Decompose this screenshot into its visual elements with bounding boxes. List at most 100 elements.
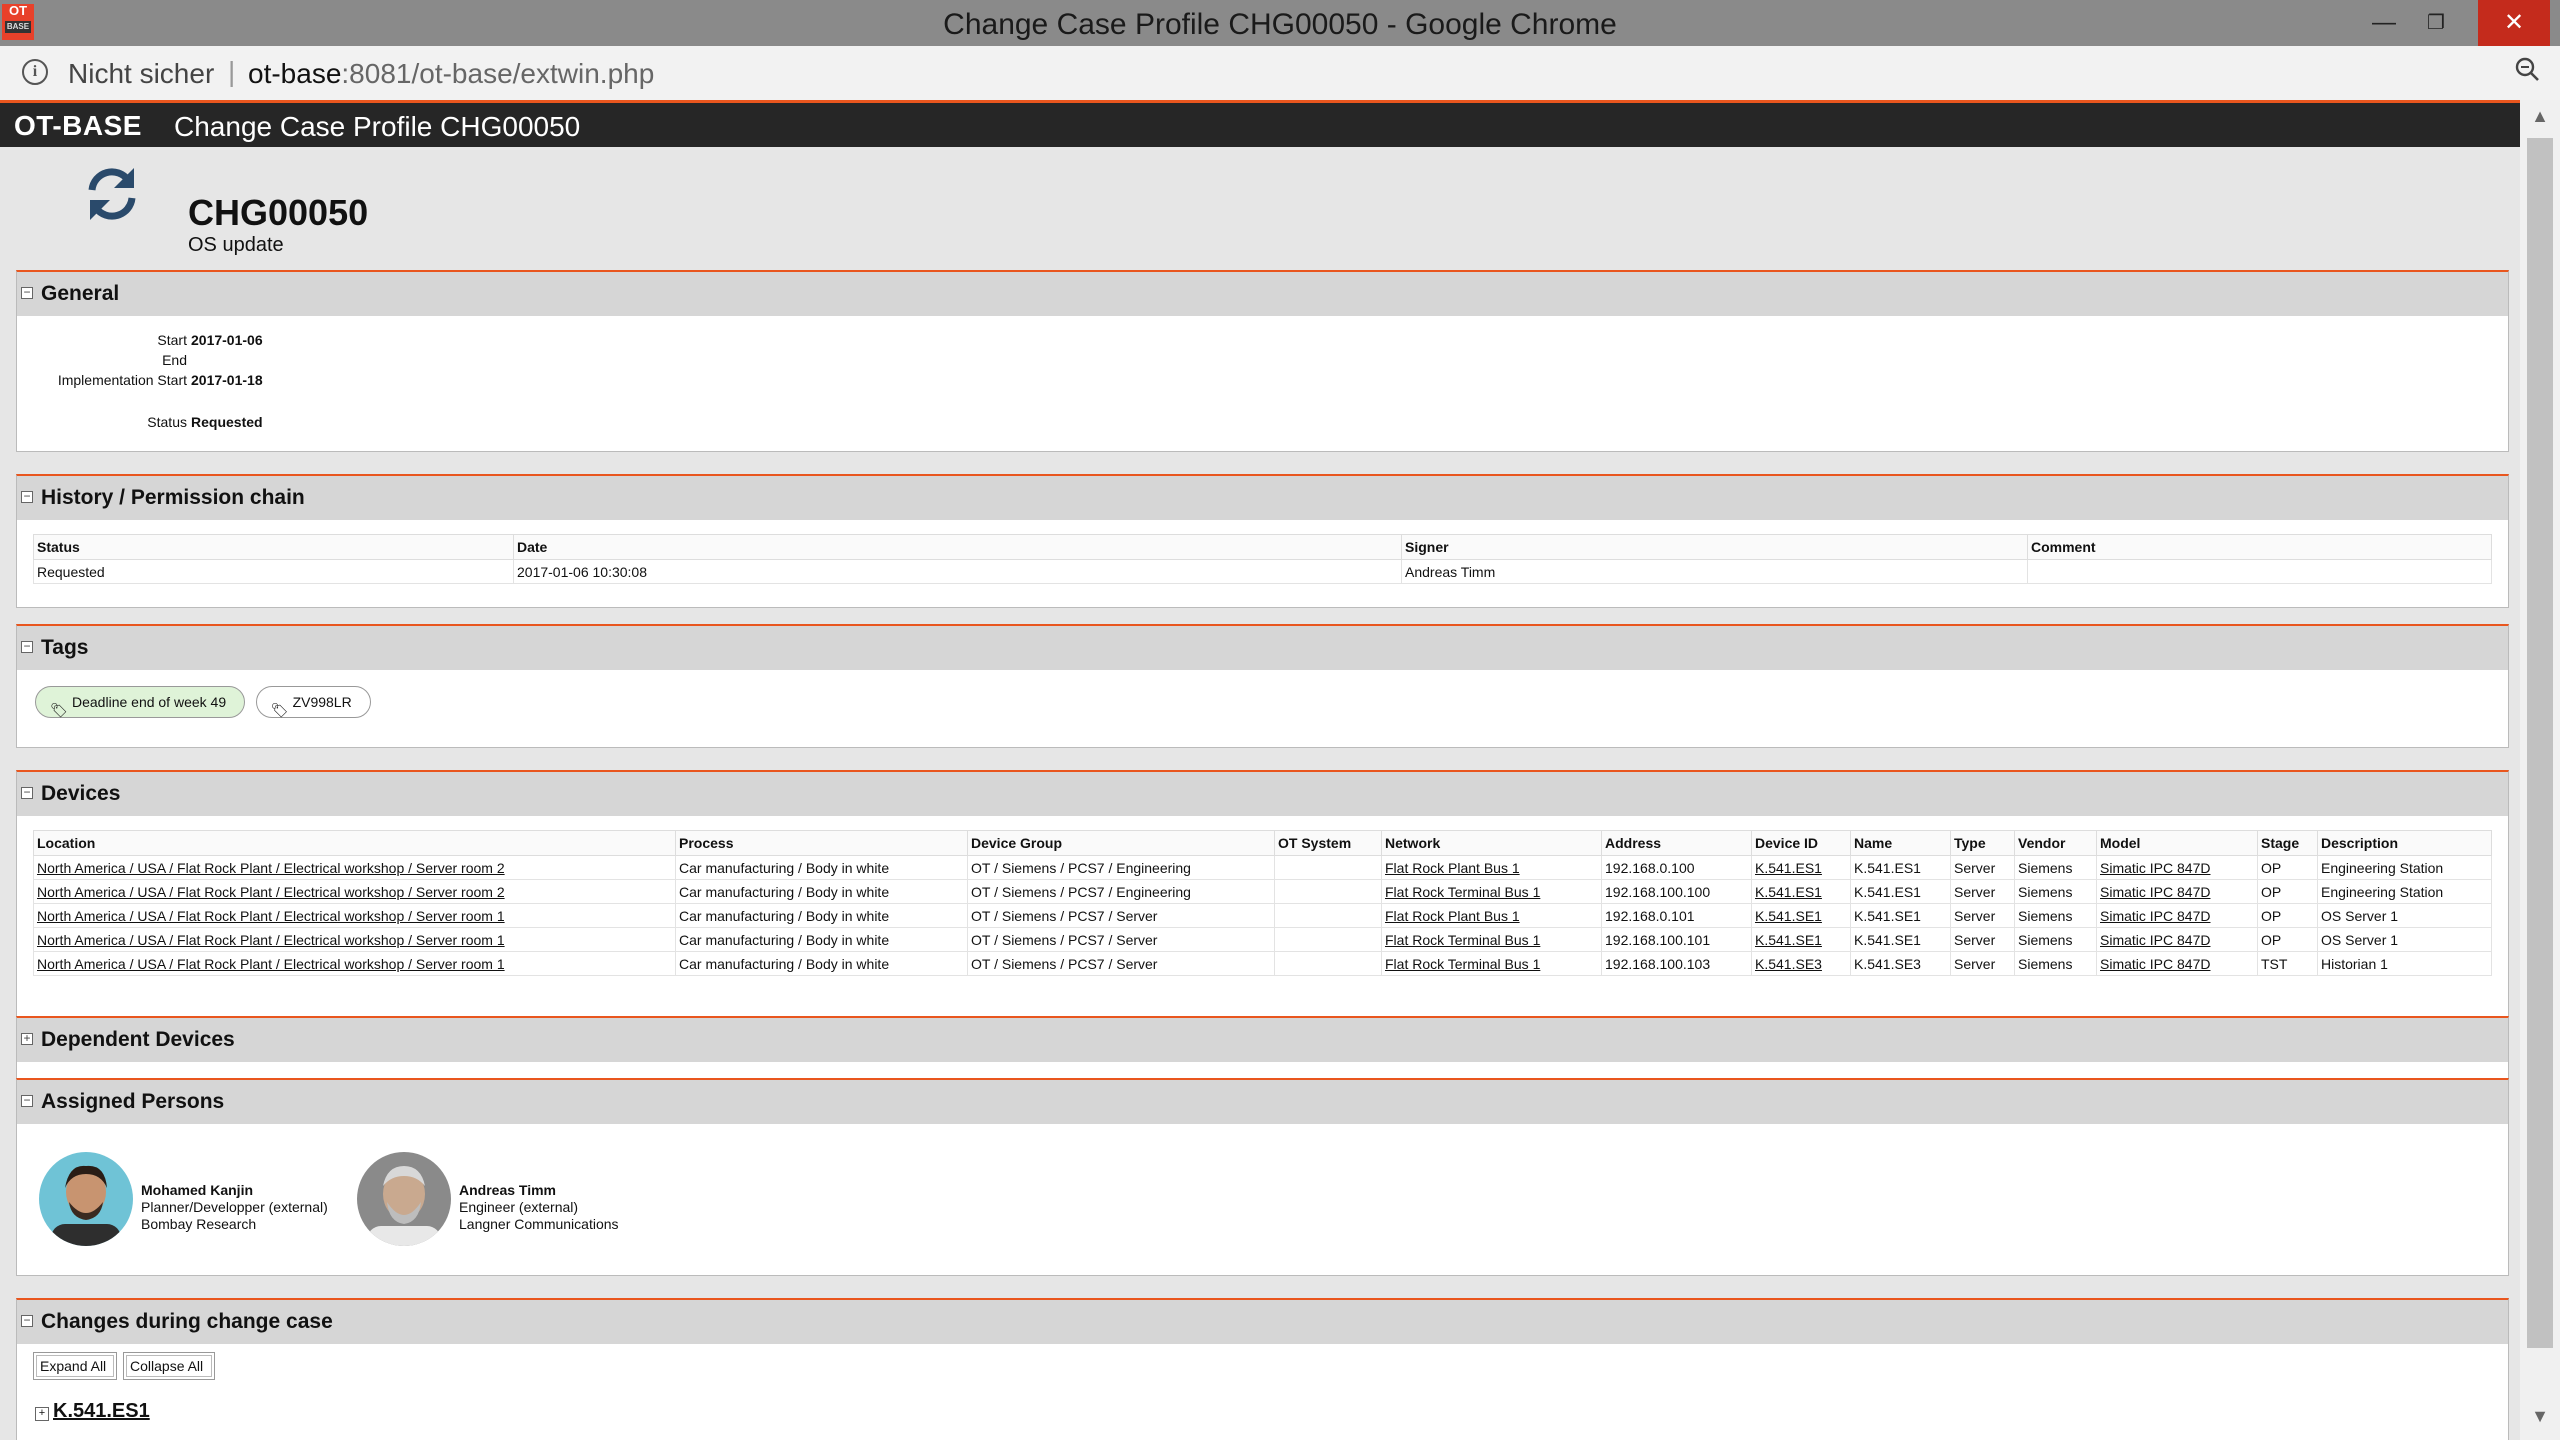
column-header[interactable]: Date <box>513 534 1402 560</box>
table-link[interactable]: Flat Rock Terminal Bus 1 <box>1385 884 1540 900</box>
table-link[interactable]: Simatic IPC 847D <box>2100 956 2210 972</box>
change-item-link[interactable]: K.541.ES1 <box>53 1400 150 1422</box>
address-bar[interactable]: i Nicht sicher | ot-base:8081/ot-base/ex… <box>0 46 2560 101</box>
changes-section-header[interactable]: − Changes during change case <box>17 1300 2508 1344</box>
table-cell: Historian 1 <box>2317 951 2492 976</box>
column-header[interactable]: Name <box>1850 830 1951 856</box>
table-link[interactable]: Flat Rock Terminal Bus 1 <box>1385 956 1540 972</box>
brand-logo[interactable]: OT-BASE <box>14 110 142 142</box>
minimize-button[interactable]: — <box>2358 0 2410 46</box>
column-header[interactable]: Type <box>1950 830 2015 856</box>
table-link[interactable]: Flat Rock Plant Bus 1 <box>1385 908 1520 924</box>
table-cell: Flat Rock Terminal Bus 1 <box>1381 879 1602 904</box>
table-link[interactable]: North America / USA / Flat Rock Plant / … <box>37 860 505 876</box>
table-cell: Simatic IPC 847D <box>2096 903 2258 928</box>
table-cell: Siemens <box>2014 951 2097 976</box>
table-row: Requested 2017-01-06 10:30:08 Andreas Ti… <box>33 559 2492 584</box>
table-link[interactable]: K.541.SE1 <box>1755 932 1822 948</box>
table-link[interactable]: North America / USA / Flat Rock Plant / … <box>37 908 505 924</box>
scroll-up-arrow[interactable]: ▲ <box>2520 106 2560 127</box>
table-link[interactable]: Simatic IPC 847D <box>2100 908 2210 924</box>
column-header[interactable]: Description <box>2317 830 2492 856</box>
column-header[interactable]: Address <box>1601 830 1752 856</box>
table-cell: Car manufacturing / Body in white <box>675 903 968 928</box>
table-link[interactable]: Simatic IPC 847D <box>2100 884 2210 900</box>
change-item[interactable]: + K.541.ES1 <box>35 1400 150 1423</box>
table-cell: North America / USA / Flat Rock Plant / … <box>33 855 676 880</box>
table-link[interactable]: Simatic IPC 847D <box>2100 860 2210 876</box>
expand-all-button[interactable]: Expand All <box>33 1352 117 1380</box>
person-organization: Bombay Research <box>141 1216 257 1232</box>
column-header[interactable]: Signer <box>1401 534 2028 560</box>
tag-icon: 🏷 <box>50 702 68 718</box>
table-header-row: Status Date Signer Comment <box>33 534 2492 560</box>
collapse-toggle-icon[interactable]: − <box>21 286 33 299</box>
table-link[interactable]: North America / USA / Flat Rock Plant / … <box>37 884 505 900</box>
section-title: Assigned Persons <box>41 1090 225 1113</box>
vertical-scrollbar[interactable]: ▲ ▼ <box>2520 100 2560 1440</box>
info-icon[interactable]: i <box>22 59 48 85</box>
table-cell: North America / USA / Flat Rock Plant / … <box>33 951 676 976</box>
collapse-all-button[interactable]: Collapse All <box>123 1352 215 1380</box>
maximize-button[interactable]: ❐ <box>2410 0 2462 46</box>
scroll-down-arrow[interactable]: ▼ <box>2520 1406 2560 1427</box>
section-title: Dependent Devices <box>41 1028 235 1051</box>
collapse-toggle-icon[interactable]: − <box>21 1094 33 1107</box>
table-cell: Simatic IPC 847D <box>2096 927 2258 952</box>
table-link[interactable]: Simatic IPC 847D <box>2100 932 2210 948</box>
table-link[interactable]: Flat Rock Terminal Bus 1 <box>1385 932 1540 948</box>
table-link[interactable]: Flat Rock Plant Bus 1 <box>1385 860 1520 876</box>
table-cell: K.541.ES1 <box>1850 879 1951 904</box>
scrollbar-thumb[interactable] <box>2527 138 2553 1348</box>
table-link[interactable]: K.541.ES1 <box>1755 884 1822 900</box>
column-header[interactable]: Location <box>33 830 676 856</box>
column-header[interactable]: Device ID <box>1751 830 1851 856</box>
collapse-toggle-icon[interactable]: − <box>21 640 33 653</box>
changes-section: − Changes during change case Expand All … <box>16 1298 2509 1440</box>
tag-chip[interactable]: 🏷 ZV998LR <box>255 686 371 718</box>
person-role: Engineer (external) <box>459 1199 579 1215</box>
column-header[interactable]: Stage <box>2257 830 2318 856</box>
column-header[interactable]: Process <box>675 830 968 856</box>
table-cell: OT / Siemens / PCS7 / Engineering <box>967 855 1275 880</box>
column-header[interactable]: Model <box>2096 830 2258 856</box>
assigned-persons-section-header[interactable]: − Assigned Persons <box>17 1080 2508 1124</box>
devices-section-header[interactable]: − Devices <box>17 772 2508 816</box>
zoom-icon[interactable] <box>2514 56 2540 82</box>
column-header[interactable]: Device Group <box>967 830 1275 856</box>
section-title: History / Permission chain <box>41 486 305 509</box>
column-header[interactable]: Comment <box>2027 534 2492 560</box>
table-cell: OT / Siemens / PCS7 / Server <box>967 951 1275 976</box>
general-section-header[interactable]: − General <box>17 272 2508 316</box>
column-header[interactable]: Network <box>1381 830 1602 856</box>
collapse-toggle-icon[interactable]: − <box>21 1314 33 1327</box>
general-section: − General Start 2017-01-06 End Implement… <box>16 270 2509 452</box>
history-section-header[interactable]: − History / Permission chain <box>17 476 2508 520</box>
tag-chip[interactable]: 🏷 Deadline end of week 49 <box>35 686 246 718</box>
table-link[interactable]: K.541.SE1 <box>1755 908 1822 924</box>
close-button[interactable]: ✕ <box>2478 0 2550 46</box>
table-cell: Engineering Station <box>2317 855 2492 880</box>
expand-toggle-icon[interactable]: + <box>35 1407 49 1421</box>
column-header[interactable]: OT System <box>1274 830 1382 856</box>
field-label: Start <box>157 332 187 348</box>
dependent-devices-section-header[interactable]: + Dependent Devices <box>17 1018 2508 1062</box>
table-link[interactable]: K.541.SE3 <box>1755 956 1822 972</box>
collapse-toggle-icon[interactable]: − <box>21 490 33 503</box>
table-cell: OP <box>2257 903 2318 928</box>
table-link[interactable]: North America / USA / Flat Rock Plant / … <box>37 956 505 972</box>
table-row: North America / USA / Flat Rock Plant / … <box>33 951 2492 976</box>
table-cell: Siemens <box>2014 903 2097 928</box>
url-path: :8081/ot-base/extwin.php <box>341 58 655 89</box>
collapse-toggle-icon[interactable]: − <box>21 786 33 799</box>
table-link[interactable]: North America / USA / Flat Rock Plant / … <box>37 932 505 948</box>
table-cell: OP <box>2257 879 2318 904</box>
tags-section-header[interactable]: − Tags <box>17 626 2508 670</box>
column-header[interactable]: Vendor <box>2014 830 2097 856</box>
expand-toggle-icon[interactable]: + <box>21 1032 33 1045</box>
security-label[interactable]: Nicht sicher <box>68 58 214 90</box>
column-header[interactable]: Status <box>33 534 514 560</box>
url-text[interactable]: ot-base:8081/ot-base/extwin.php <box>248 58 654 90</box>
table-link[interactable]: K.541.ES1 <box>1755 860 1822 876</box>
field-value: 2017-01-18 <box>191 372 263 388</box>
